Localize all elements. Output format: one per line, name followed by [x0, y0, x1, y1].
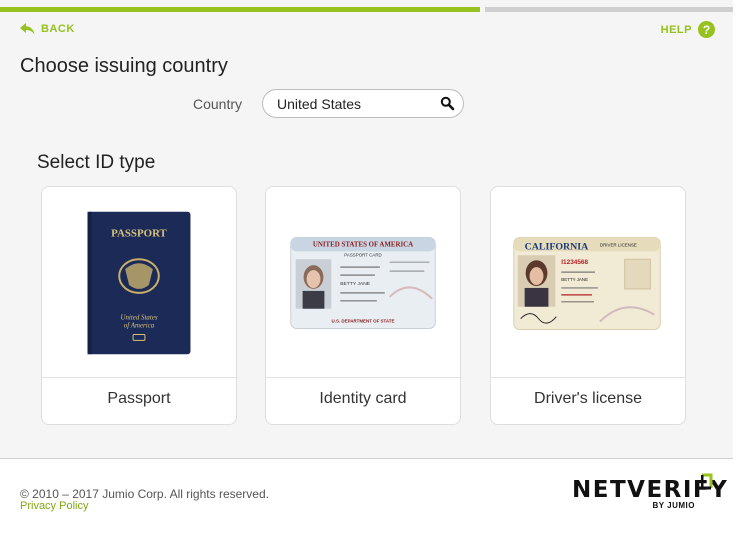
logo-tagline: BY JUMIO [652, 501, 695, 510]
drivers-license-label: Driver's license [534, 390, 642, 407]
section-title: Select ID type [37, 152, 156, 173]
copyright-text: © 2010 – 2017 Jumio Corp. All rights res… [20, 487, 269, 501]
card-divider [491, 377, 685, 378]
card-divider [42, 377, 236, 378]
country-input[interactable] [277, 95, 437, 113]
passport-label: Passport [107, 390, 171, 407]
back-arrow-icon [20, 23, 35, 35]
identity-card-option-card[interactable]: UNITED STATES OF AMERICA PASSPORT CARD B… [265, 186, 461, 425]
passport-image: PASSPORT United States of America [87, 211, 191, 355]
country-label: Country [193, 96, 243, 112]
idcard-name: BETTY JANE [340, 281, 371, 287]
card-divider [266, 377, 460, 378]
passport-cover-sub2: of America [124, 323, 155, 330]
license-header: CALIFORNIA [525, 241, 590, 252]
idcard-subheader: PASSPORT CARD [344, 252, 381, 257]
logo-bracket-icon [701, 473, 713, 490]
drivers-license-image: CALIFORNIA DRIVER LICENSE I1234568 BETTY… [513, 236, 661, 331]
passport-cover-title: PASSPORT [111, 227, 167, 239]
help-icon: ? [698, 21, 715, 38]
footer-divider [0, 458, 733, 459]
idcard-header: UNITED STATES OF AMERICA [313, 241, 413, 248]
progress-bar-complete [0, 7, 480, 12]
page-title: Choose issuing country [20, 55, 228, 77]
license-name: BETTY JANE [561, 277, 588, 282]
license-number: I1234568 [561, 259, 588, 266]
passport-cover-sub1: United States [120, 315, 157, 322]
progress-bar-remaining [485, 7, 733, 12]
privacy-policy-link[interactable]: Privacy Policy [20, 500, 88, 512]
help-button[interactable]: HELP ? [661, 21, 715, 38]
drivers-license-option-card[interactable]: CALIFORNIA DRIVER LICENSE I1234568 BETTY… [490, 186, 686, 425]
license-subheader: DRIVER LICENSE [600, 242, 637, 247]
identity-card-label: Identity card [319, 390, 407, 407]
back-button[interactable]: BACK [20, 23, 75, 35]
help-label: HELP [660, 23, 692, 36]
country-search-field[interactable] [262, 89, 464, 118]
search-icon[interactable] [440, 96, 455, 111]
passport-option-card[interactable]: PASSPORT United States of America Passpo… [41, 186, 237, 425]
idcard-footer: U.S. DEPARTMENT OF STATE [332, 319, 395, 324]
identity-card-image: UNITED STATES OF AMERICA PASSPORT CARD B… [290, 236, 436, 330]
back-label: BACK [41, 23, 75, 35]
netverify-logo: NETVERIFY BY JUMIO [572, 473, 727, 513]
